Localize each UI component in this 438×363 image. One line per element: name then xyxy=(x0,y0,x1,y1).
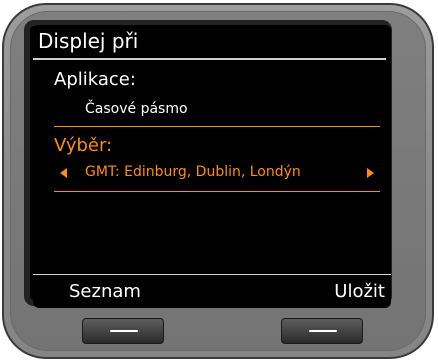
title-divider xyxy=(33,58,386,60)
minus-icon xyxy=(110,330,138,332)
right-softkey-button[interactable] xyxy=(281,318,363,344)
softkey-right-label: Uložit xyxy=(334,281,385,302)
chevron-left-icon[interactable] xyxy=(60,168,67,178)
minus-icon xyxy=(309,330,337,332)
application-value: Časové pásmo xyxy=(85,101,188,117)
timezone-value: GMT: Edinburg, Dublin, Londýn xyxy=(85,164,301,180)
softkey-left-label: Seznam xyxy=(69,281,141,302)
selection-top-divider xyxy=(54,126,380,127)
timezone-selector[interactable]: GMT: Edinburg, Dublin, Londýn xyxy=(54,162,380,184)
softkey-bar: Seznam Uložit xyxy=(33,274,391,308)
application-label: Aplikace: xyxy=(54,69,136,90)
selection-bottom-divider xyxy=(54,191,380,192)
left-softkey-button[interactable] xyxy=(82,318,164,344)
chevron-right-icon[interactable] xyxy=(367,168,374,178)
display-screen: Displej při Aplikace: Časové pásmo Výběr… xyxy=(33,25,391,308)
selection-label: Výběr: xyxy=(54,135,113,156)
screen-title: Displej při xyxy=(38,29,139,53)
